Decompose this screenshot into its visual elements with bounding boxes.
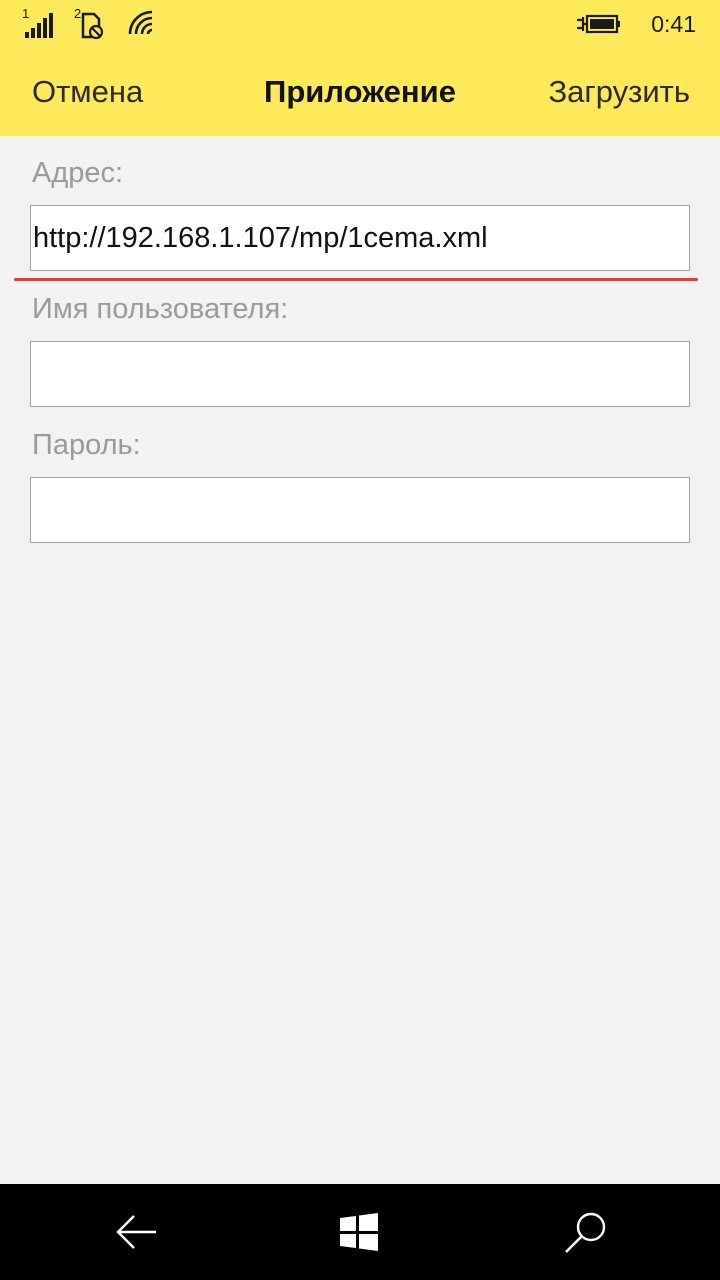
- status-right-group: 0:41: [575, 8, 696, 40]
- upload-button[interactable]: Загрузить: [548, 74, 690, 110]
- username-input[interactable]: [30, 341, 690, 407]
- status-bar: 1 2 0:41: [0, 0, 720, 50]
- address-input[interactable]: http://192.168.1.107/mp/1cema.xml: [30, 205, 690, 271]
- app-header: Отмена Приложение Загрузить: [0, 50, 720, 136]
- address-highlight-underline: [14, 278, 698, 281]
- sim1-number: 1: [22, 6, 30, 21]
- windows-start-icon[interactable]: [336, 1208, 384, 1256]
- battery-charging-icon: [575, 12, 621, 36]
- wifi-icon: [126, 8, 158, 40]
- sim2-number: 2: [74, 6, 82, 21]
- status-left-group: 1 2: [22, 6, 158, 42]
- password-input[interactable]: [30, 477, 690, 543]
- status-time: 0:41: [651, 10, 696, 37]
- app-screen: 1 2 0:41 Отмена Приложение Загрузить Адр…: [0, 0, 720, 1280]
- sim-no-signal-icon: 2: [74, 6, 106, 40]
- password-label: Пароль:: [32, 429, 141, 461]
- back-arrow-icon[interactable]: [112, 1208, 160, 1256]
- username-label: Имя пользователя:: [32, 293, 289, 325]
- system-nav-bar: [0, 1184, 720, 1280]
- search-icon[interactable]: [562, 1208, 610, 1256]
- signal-strength-icon: 1: [22, 6, 54, 40]
- address-label: Адрес:: [32, 157, 124, 189]
